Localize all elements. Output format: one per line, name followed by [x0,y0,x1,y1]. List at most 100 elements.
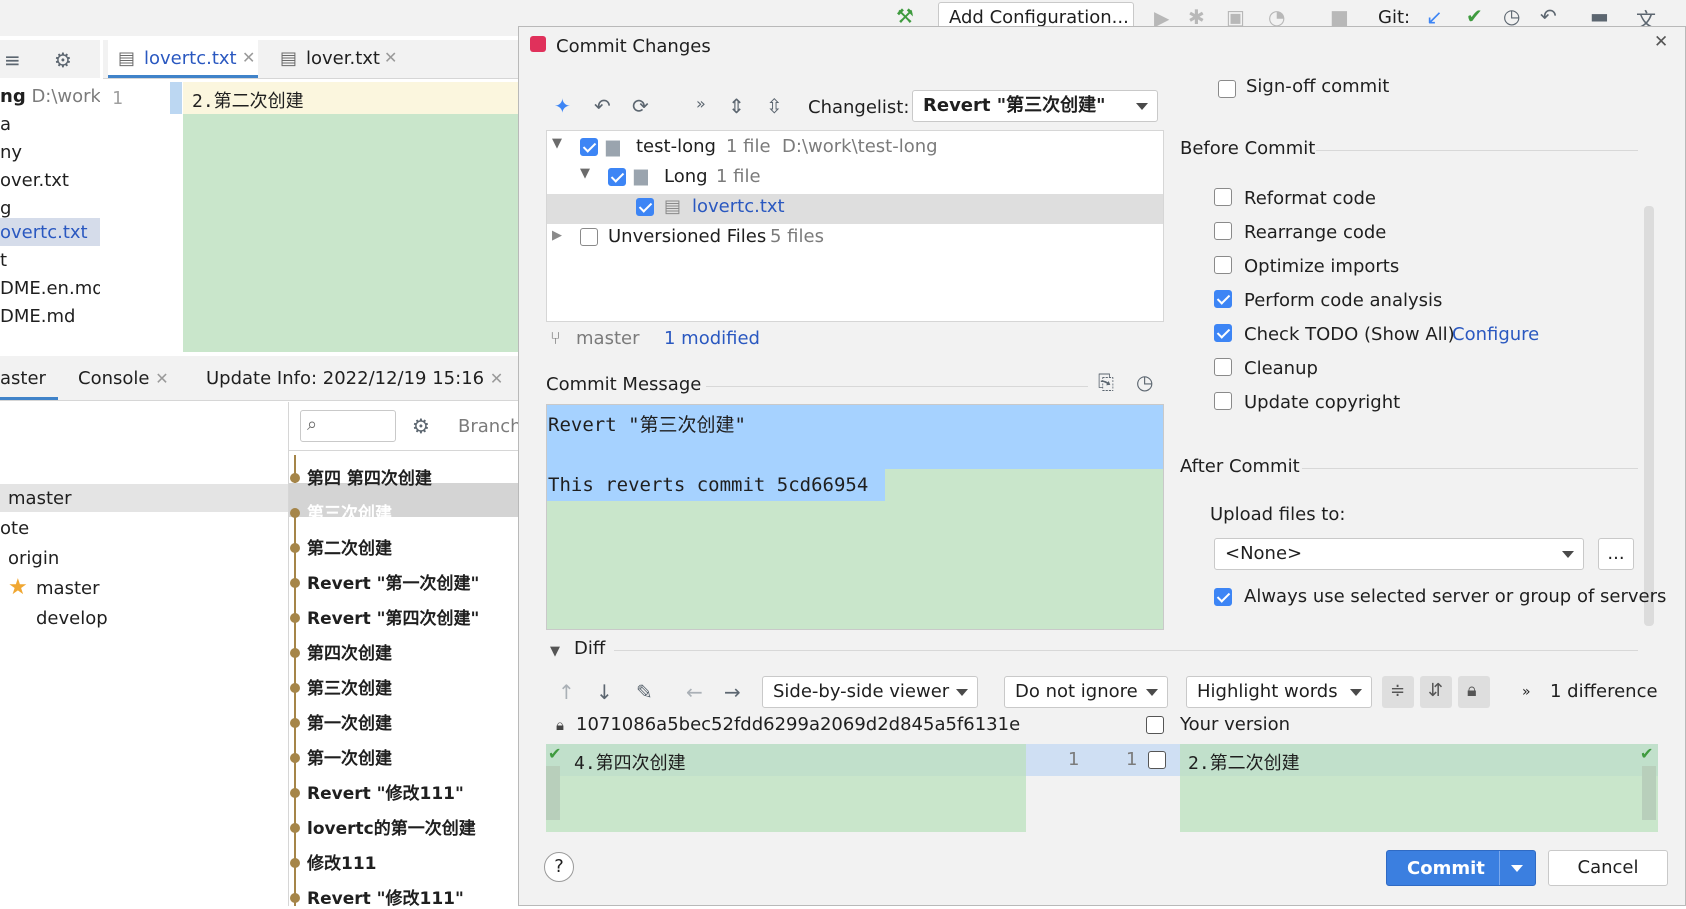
commit-row[interactable]: 修改111 [307,849,377,874]
edit-icon[interactable]: ✎ [636,680,653,704]
always-use-label[interactable]: Always use selected server or group of s… [1244,586,1666,607]
chevron-down-icon[interactable] [1511,865,1523,872]
checkbox[interactable] [636,198,654,216]
commit-row[interactable]: 第三次创建 [307,499,392,524]
accept-check-icon[interactable]: ✔ [548,744,561,763]
update-copyright-label[interactable]: Update copyright [1244,392,1400,413]
tree-item[interactable]: a [0,114,11,135]
checkbox[interactable] [1214,290,1232,308]
more-icon[interactable]: » [696,94,706,113]
upload-server-select[interactable]: <None> [1214,538,1584,570]
branch-item[interactable]: master [8,488,71,509]
commit-row[interactable]: 第一次创建 [307,709,392,734]
tree-item[interactable]: overtc.txt [0,222,88,243]
checkbox[interactable] [1214,256,1232,274]
collapse-icon[interactable]: ≡ [4,48,21,72]
log-search-input[interactable]: ⌕ [300,410,396,442]
tree-item[interactable]: DME.en.md [0,278,100,299]
tree-item[interactable]: ny [0,142,22,163]
checkbox[interactable] [1146,716,1164,734]
expand-icon[interactable]: ▶ [552,228,562,243]
show-diff-icon[interactable]: ✦ [554,94,571,118]
branch-item[interactable]: master [36,578,99,599]
branch-group[interactable]: ote [0,518,29,539]
back-icon[interactable]: ← [686,680,703,704]
checkbox[interactable] [580,138,598,156]
checkbox[interactable] [1214,188,1232,206]
commit-row[interactable]: 第一次创建 [307,744,392,769]
checkbox[interactable] [1214,324,1232,342]
checkbox[interactable] [1214,588,1232,606]
optimize-imports-label[interactable]: Optimize imports [1244,256,1399,277]
viewer-mode-select[interactable]: Side-by-side viewer [762,676,978,708]
modified-link[interactable]: 1 modified [664,328,760,349]
sync-scroll-button[interactable]: ⇵ [1420,676,1452,708]
commit-row[interactable]: Revert "第四次创建" [307,604,479,629]
commit-row[interactable]: Revert "修改111" [307,779,464,804]
tree-item[interactable]: over.txt [0,170,69,191]
rollback-icon[interactable]: ↶ [1540,4,1557,28]
help-button[interactable]: ? [544,852,574,882]
accept-check-icon[interactable]: ✔ [1640,744,1653,763]
cancel-button[interactable]: Cancel [1548,850,1668,886]
copy-message-icon[interactable]: ⎘ [1098,370,1114,394]
highlight-mode-select[interactable]: Highlight words [1186,676,1372,708]
changelist-select[interactable]: Revert "第三次创建" [912,90,1158,122]
close-icon[interactable]: ✕ [490,369,503,388]
close-icon[interactable]: ✕ [242,48,255,67]
check-todo-label[interactable]: Check TODO (Show All) [1244,324,1455,345]
expand-icon[interactable]: ▼ [552,136,562,151]
checkbox[interactable] [1218,80,1236,98]
more-icon[interactable]: » [1522,684,1531,700]
git-commit-icon[interactable]: ✔ [1466,4,1483,28]
ignore-mode-select[interactable]: Do not ignore [1004,676,1168,708]
branch-group[interactable]: origin [8,548,59,569]
editor-tab[interactable]: ▤ lover.txt ✕ [270,40,410,78]
close-icon[interactable]: ✕ [1654,32,1668,52]
folder-icon[interactable]: ▬ [1590,4,1609,28]
previous-difference-icon[interactable]: ↑ [558,680,575,704]
commit-row[interactable]: 第四次创建 [307,639,392,664]
update-info-tab[interactable]: Update Info: 2022/12/19 15:16 ✕ [206,368,503,389]
rollback-icon[interactable]: ↶ [594,94,611,118]
checkbox[interactable] [1214,392,1232,410]
checkbox[interactable] [580,228,598,246]
commit-row[interactable]: 第三次创建 [307,674,392,699]
next-difference-icon[interactable]: ↓ [596,680,613,704]
refresh-icon[interactable]: ⟳ [632,94,649,118]
bottom-tab-active[interactable]: aster [0,356,58,400]
diff-collapse-icon[interactable]: ▼ [550,644,560,659]
checkbox[interactable] [1214,358,1232,376]
history-icon[interactable]: ◷ [1503,4,1520,28]
gear-icon[interactable]: ⚙ [54,48,72,72]
tree-item[interactable]: DME.md [0,306,75,327]
tree-item[interactable]: t [0,250,7,271]
editor-tab-active[interactable]: ▤ lovertc.txt ✕ [108,40,258,78]
reformat-code-label[interactable]: Reformat code [1244,188,1376,209]
commit-row[interactable]: Revert "第一次创建" [307,569,479,594]
build-hammer-icon[interactable]: ⚒ [896,4,914,28]
close-icon[interactable]: ✕ [155,369,168,388]
lock-button[interactable]: 🔒︎ [1458,676,1490,708]
commit-button[interactable]: Commit [1386,850,1536,886]
branch-item[interactable]: develop [36,608,108,629]
commit-row[interactable]: lovertc的第一次创建 [307,814,476,839]
checkbox[interactable] [1148,751,1166,769]
browse-button[interactable]: ... [1598,538,1634,570]
commit-row[interactable]: 第四 第四次创建 [307,464,432,489]
editor-content[interactable] [183,82,523,352]
expand-all-icon[interactable]: ⇕ [728,94,745,118]
console-tab[interactable]: Console ✕ [78,368,169,389]
configure-link[interactable]: Configure [1452,324,1539,345]
commit-row[interactable]: 第二次创建 [307,534,392,559]
forward-icon[interactable]: → [724,680,741,704]
close-icon[interactable]: ✕ [384,48,397,67]
tree-root[interactable]: ng D:\work\ [0,86,100,107]
collapse-all-icon[interactable]: ⇳ [766,94,783,118]
commit-row[interactable]: Revert "修改111" [307,884,464,909]
cleanup-label[interactable]: Cleanup [1244,358,1318,379]
code-analysis-label[interactable]: Perform code analysis [1244,290,1442,311]
history-icon[interactable]: ◷ [1136,370,1153,394]
tree-item[interactable]: g [0,198,11,219]
checkbox[interactable] [1214,222,1232,240]
